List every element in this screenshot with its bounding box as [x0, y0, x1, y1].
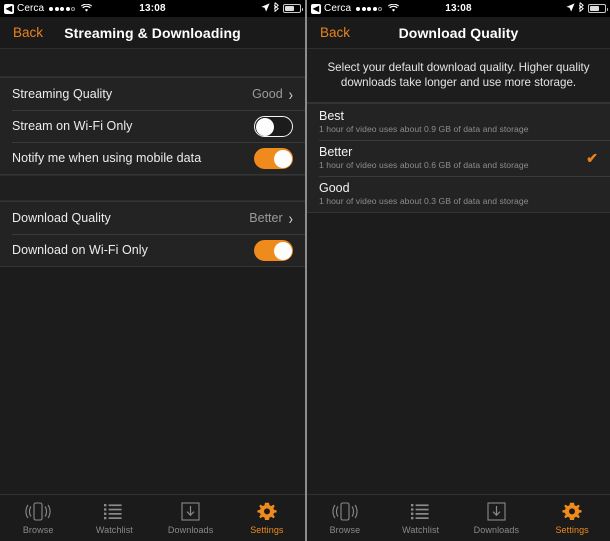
option-good[interactable]: Good 1 hour of video uses about 0.3 GB o… [307, 176, 610, 212]
row-streaming-quality[interactable]: Streaming Quality Good › [0, 78, 305, 110]
option-subtitle: 1 hour of video uses about 0.6 GB of dat… [319, 160, 529, 170]
right-screen: ◀ Cerca 13:08 Back Download Quality Sele… [305, 0, 610, 541]
option-texts: Good 1 hour of video uses about 0.3 GB o… [319, 181, 529, 206]
toggle-stream-wifi-only[interactable] [254, 115, 293, 137]
row-label: Stream on Wi-Fi Only [12, 119, 133, 133]
option-best[interactable]: Best 1 hour of video uses about 0.9 GB o… [307, 104, 610, 140]
left-screen: ◀ Cerca 13:08 Back Streaming & Downloadi… [0, 0, 305, 541]
tab-label: Browse [22, 525, 54, 535]
list-top-spacer [0, 49, 305, 77]
page-title: Download Quality [398, 24, 519, 41]
row-label: Streaming Quality [12, 87, 113, 101]
option-texts: Best 1 hour of video uses about 0.9 GB o… [319, 109, 529, 134]
download-box-icon [181, 501, 200, 522]
tab-label: Downloads [473, 525, 520, 535]
toggle-knob [255, 118, 274, 136]
row-accessory [254, 239, 293, 261]
tab-downloads[interactable]: Downloads [153, 501, 229, 535]
chevron-right-icon: › [288, 84, 293, 104]
option-title: Better [319, 145, 353, 159]
group-separator [0, 175, 305, 201]
row-stream-wifi-only[interactable]: Stream on Wi-Fi Only [0, 110, 305, 142]
list-icon [410, 501, 431, 522]
tab-settings[interactable]: Settings [229, 501, 305, 535]
section-description: Select your default download quality. Hi… [307, 49, 610, 103]
row-label: Notify me when using mobile data [12, 151, 202, 165]
row-accessory: Good › [252, 84, 293, 104]
tab-label: Settings [555, 525, 589, 535]
row-notify-mobile-data[interactable]: Notify me when using mobile data [0, 142, 305, 174]
options-group: Best 1 hour of video uses about 0.9 GB o… [307, 103, 610, 213]
battery-icon [283, 4, 303, 13]
checkmark-icon: ✔ [586, 149, 598, 166]
tab-label: Watchlist [402, 525, 440, 535]
status-clock: 13:08 [445, 3, 472, 14]
nav-bar: Back Streaming & Downloading [0, 17, 305, 49]
tab-browse[interactable]: Browse [307, 501, 383, 535]
option-title: Good [319, 181, 350, 195]
row-value: Better [249, 211, 283, 225]
row-accessory [254, 147, 293, 169]
tab-settings[interactable]: Settings [534, 501, 610, 535]
row-label: Download Quality [12, 211, 111, 225]
toggle-knob [273, 150, 292, 168]
tab-downloads[interactable]: Downloads [459, 501, 535, 535]
browse-device-icon [25, 501, 51, 522]
quality-options-list: Select your default download quality. Hi… [307, 49, 610, 494]
row-download-quality[interactable]: Download Quality Better › [0, 202, 305, 234]
back-button[interactable]: Back [307, 25, 350, 40]
option-texts: Better 1 hour of video uses about 0.6 GB… [319, 145, 529, 170]
status-bar: ◀ Cerca 13:08 [307, 0, 610, 17]
row-accessory: Better › [249, 208, 293, 228]
row-accessory [254, 115, 293, 137]
back-button[interactable]: Back [0, 25, 43, 40]
gear-icon [562, 501, 582, 522]
toggle-notify-mobile-data[interactable] [254, 147, 293, 169]
tab-watchlist[interactable]: Watchlist [383, 501, 459, 535]
option-subtitle: 1 hour of video uses about 0.9 GB of dat… [319, 124, 529, 134]
row-download-wifi-only[interactable]: Download on Wi-Fi Only [0, 234, 305, 266]
tab-label: Watchlist [95, 525, 133, 535]
tab-watchlist[interactable]: Watchlist [76, 501, 152, 535]
browse-device-icon [332, 501, 358, 522]
list-icon [104, 501, 124, 522]
toggle-download-wifi-only[interactable] [254, 239, 293, 261]
dual-screenshot-container: ◀ Cerca 13:08 Back Streaming & Downloadi… [0, 0, 610, 541]
streaming-group: Streaming Quality Good › Stream on Wi-Fi… [0, 77, 305, 175]
tab-label: Browse [329, 525, 361, 535]
status-bar: ◀ Cerca 13:08 [0, 0, 305, 17]
tab-bar: Browse Watchlist Downloads Settings [0, 494, 305, 541]
option-title: Best [319, 109, 345, 123]
tab-bar: Browse Watchlist Downloads Settings [307, 494, 610, 541]
row-label: Download on Wi-Fi Only [12, 243, 148, 257]
settings-list: Streaming Quality Good › Stream on Wi-Fi… [0, 49, 305, 494]
tab-label: Downloads [167, 525, 214, 535]
tab-label: Settings [250, 525, 284, 535]
option-better[interactable]: Better 1 hour of video uses about 0.6 GB… [307, 140, 610, 176]
option-subtitle: 1 hour of video uses about 0.3 GB of dat… [319, 196, 529, 206]
download-group: Download Quality Better › Download on Wi… [0, 201, 305, 267]
chevron-right-icon: › [288, 208, 293, 228]
nav-bar: Back Download Quality [307, 17, 610, 49]
download-box-icon [487, 501, 506, 522]
page-title: Streaming & Downloading [64, 24, 241, 41]
toggle-knob [273, 242, 292, 260]
tab-browse[interactable]: Browse [0, 501, 76, 535]
battery-icon [588, 4, 608, 13]
status-clock: 13:08 [139, 3, 166, 14]
row-value: Good [252, 87, 283, 101]
gear-icon [257, 501, 277, 522]
